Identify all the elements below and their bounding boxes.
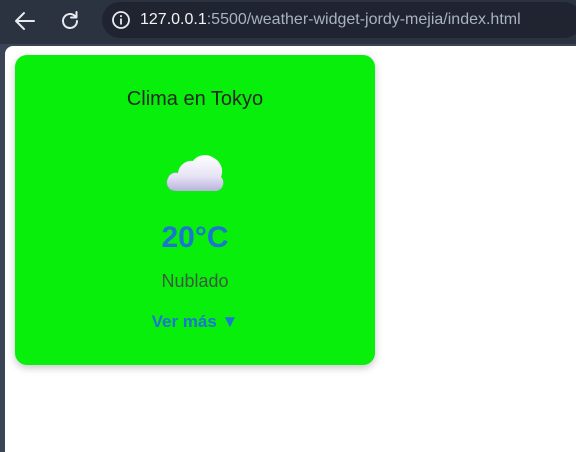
url-host: 127.0.0.1 — [140, 11, 207, 28]
card-title: Clima en Tokyo — [126, 88, 264, 110]
cloud-icon — [166, 155, 224, 192]
temperature-value: 20°C — [161, 221, 229, 254]
browser-toolbar: 127.0.0.1:5500/weather-widget-jordy-meji… — [0, 0, 576, 44]
url-path: :5500/weather-widget-jordy-mejia/index.h… — [206, 11, 521, 28]
reload-icon — [62, 11, 78, 29]
reload-button[interactable] — [55, 6, 85, 36]
address-bar[interactable]: 127.0.0.1:5500/weather-widget-jordy-meji… — [102, 2, 576, 38]
weather-condition: Nublado — [161, 271, 229, 291]
page-viewport: Clima en Tokyo 20°C Nublado Ver más ▼ — [5, 46, 576, 452]
weather-card: Clima en Tokyo 20°C Nublado Ver más ▼ — [15, 55, 375, 365]
url-text[interactable]: 127.0.0.1:5500/weather-widget-jordy-meji… — [140, 11, 521, 29]
arrow-left-icon — [15, 12, 35, 30]
see-more-button[interactable]: Ver más ▼ — [15, 312, 375, 332]
back-button[interactable] — [10, 6, 40, 36]
info-icon[interactable] — [110, 9, 132, 31]
